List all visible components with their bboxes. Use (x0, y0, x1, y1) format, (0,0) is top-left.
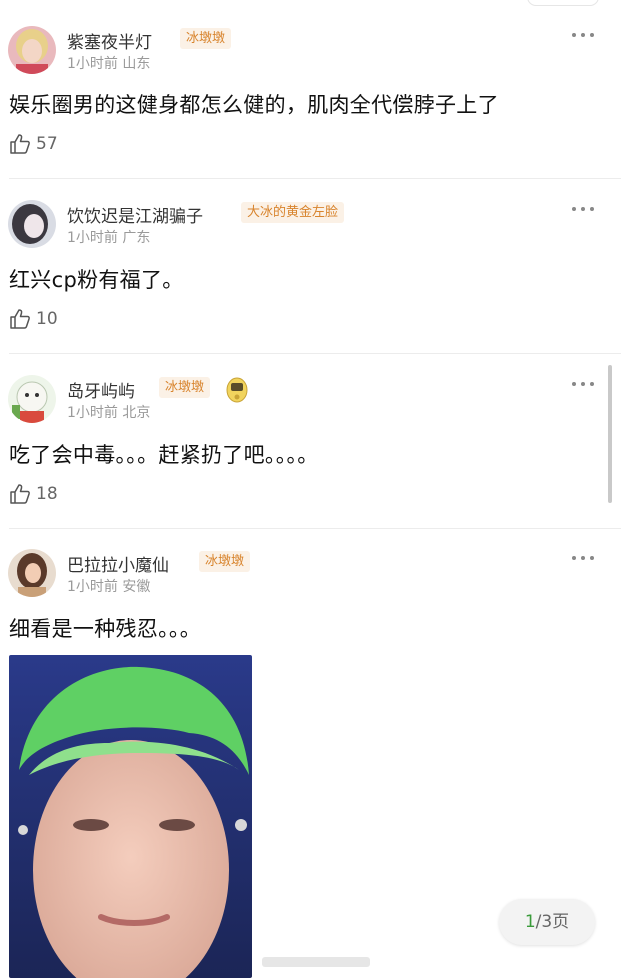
comment-meta: 1小时前 安徽 (67, 576, 150, 596)
comment-text: 细看是一种残忍。。。 (9, 617, 201, 641)
username[interactable]: 饮饮迟是江湖骗子 (67, 202, 203, 227)
comment-image[interactable] (9, 655, 252, 978)
avatar[interactable] (8, 375, 56, 423)
comment-time: 1小时前 (67, 230, 118, 246)
dark-hair-avatar-icon (8, 200, 56, 248)
fan-badge: 大冰的黄金左脸 (241, 202, 345, 223)
avatar[interactable] (8, 200, 56, 248)
more-icon[interactable] (572, 380, 596, 388)
like-count: 57 (36, 134, 58, 154)
thumbs-up-icon (10, 484, 30, 504)
comment-meta: 1小时前 山东 (67, 53, 150, 73)
comment-location: 山东 (122, 56, 151, 72)
divider (9, 178, 621, 179)
comment-time: 1小时前 (67, 579, 118, 595)
avatar[interactable] (8, 26, 56, 74)
username[interactable]: 岛牙屿屿 (67, 377, 135, 402)
current-page: 1 (524, 912, 536, 932)
comment-text: 吃了会中毒。。。赶紧扔了吧。。。。 (9, 443, 319, 467)
fan-badge: 冰墩墩 (159, 377, 211, 398)
medal-icon (226, 375, 248, 403)
comment-time: 1小时前 (67, 56, 118, 72)
scrollbar[interactable] (608, 365, 612, 503)
comment-text: 娱乐圈男的这健身都怎么健的，肌肉全代偿脖子上了 (9, 93, 499, 117)
fan-badge: 冰墩墩 (199, 551, 251, 572)
cartoon-avatar-icon (8, 375, 56, 423)
comment-meta: 1小时前 广东 (67, 227, 150, 247)
like-count: 18 (36, 484, 58, 504)
thumbs-up-icon (10, 309, 30, 329)
comment-location: 北京 (122, 405, 151, 421)
username[interactable]: 巴拉拉小魔仙 (67, 551, 169, 576)
divider (9, 528, 621, 529)
portrait-photo (9, 655, 252, 978)
watermark (262, 957, 370, 967)
blonde-woman-avatar-icon (8, 26, 56, 74)
username[interactable]: 紫塞夜半灯 (67, 28, 152, 53)
like-count: 10 (36, 309, 58, 329)
divider (9, 353, 621, 354)
top-button-stub[interactable] (527, 0, 599, 6)
page-indicator[interactable]: 1/3页 (499, 899, 595, 945)
comment-text: 红兴cp粉有福了。 (9, 268, 184, 292)
thumbs-up-icon (10, 134, 30, 154)
fan-badge: 冰墩墩 (180, 28, 232, 49)
comment-location: 安徽 (122, 579, 151, 595)
comment-meta: 1小时前 北京 (67, 402, 150, 422)
avatar[interactable] (8, 549, 56, 597)
comment-time: 1小时前 (67, 405, 118, 421)
more-icon[interactable] (572, 31, 596, 39)
more-icon[interactable] (572, 554, 596, 562)
girl-avatar-icon (8, 549, 56, 597)
more-icon[interactable] (572, 205, 596, 213)
total-pages: /3页 (535, 912, 570, 932)
comment-location: 广东 (122, 230, 151, 246)
